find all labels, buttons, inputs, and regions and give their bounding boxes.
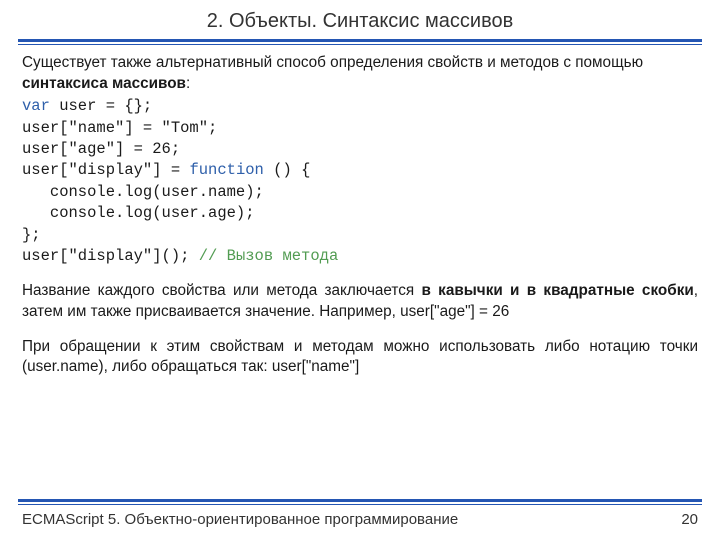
- code-block: var user = {}; user["name"] = "Tom"; use…: [22, 96, 698, 267]
- footer-left: ECMAScript 5. Объектно-ориентированное п…: [22, 511, 458, 528]
- code-l2: user["name"] = "Tom";: [22, 119, 217, 137]
- page-number: 20: [681, 511, 698, 528]
- code-l4c: () {: [264, 161, 311, 179]
- code-l5: console.log(user.name);: [22, 183, 264, 201]
- slide-title: 2. Объекты. Синтаксис массивов: [0, 0, 720, 39]
- code-l7: };: [22, 226, 41, 244]
- intro-bold: синтаксиса массивов: [22, 75, 186, 92]
- footer: ECMAScript 5. Объектно-ориентированное п…: [0, 499, 720, 528]
- intro-text-c: :: [186, 75, 190, 92]
- slide-body: Существует также альтернативный способ о…: [0, 45, 720, 378]
- code-l4a: user["display"] =: [22, 161, 189, 179]
- rule-thick-bottom: [18, 499, 702, 502]
- code-l1b: user = {};: [50, 97, 152, 115]
- p2a: Название каждого свойства или метода зак…: [22, 282, 421, 299]
- intro-text-a: Существует также альтернативный способ о…: [22, 54, 643, 71]
- p2b: в кавычки и в квадратные скобки: [421, 282, 693, 299]
- kw-function: function: [189, 161, 263, 179]
- paragraph-3: При обращении к этим свойствам и методам…: [22, 337, 698, 378]
- kw-var: var: [22, 97, 50, 115]
- intro-paragraph: Существует также альтернативный способ о…: [22, 53, 698, 94]
- rule-thick-top: [18, 39, 702, 42]
- code-comment: // Вызов метода: [199, 247, 339, 265]
- code-l6: console.log(user.age);: [22, 204, 255, 222]
- paragraph-2: Название каждого свойства или метода зак…: [22, 281, 698, 322]
- code-l3: user["age"] = 26;: [22, 140, 180, 158]
- code-l8a: user["display"]();: [22, 247, 199, 265]
